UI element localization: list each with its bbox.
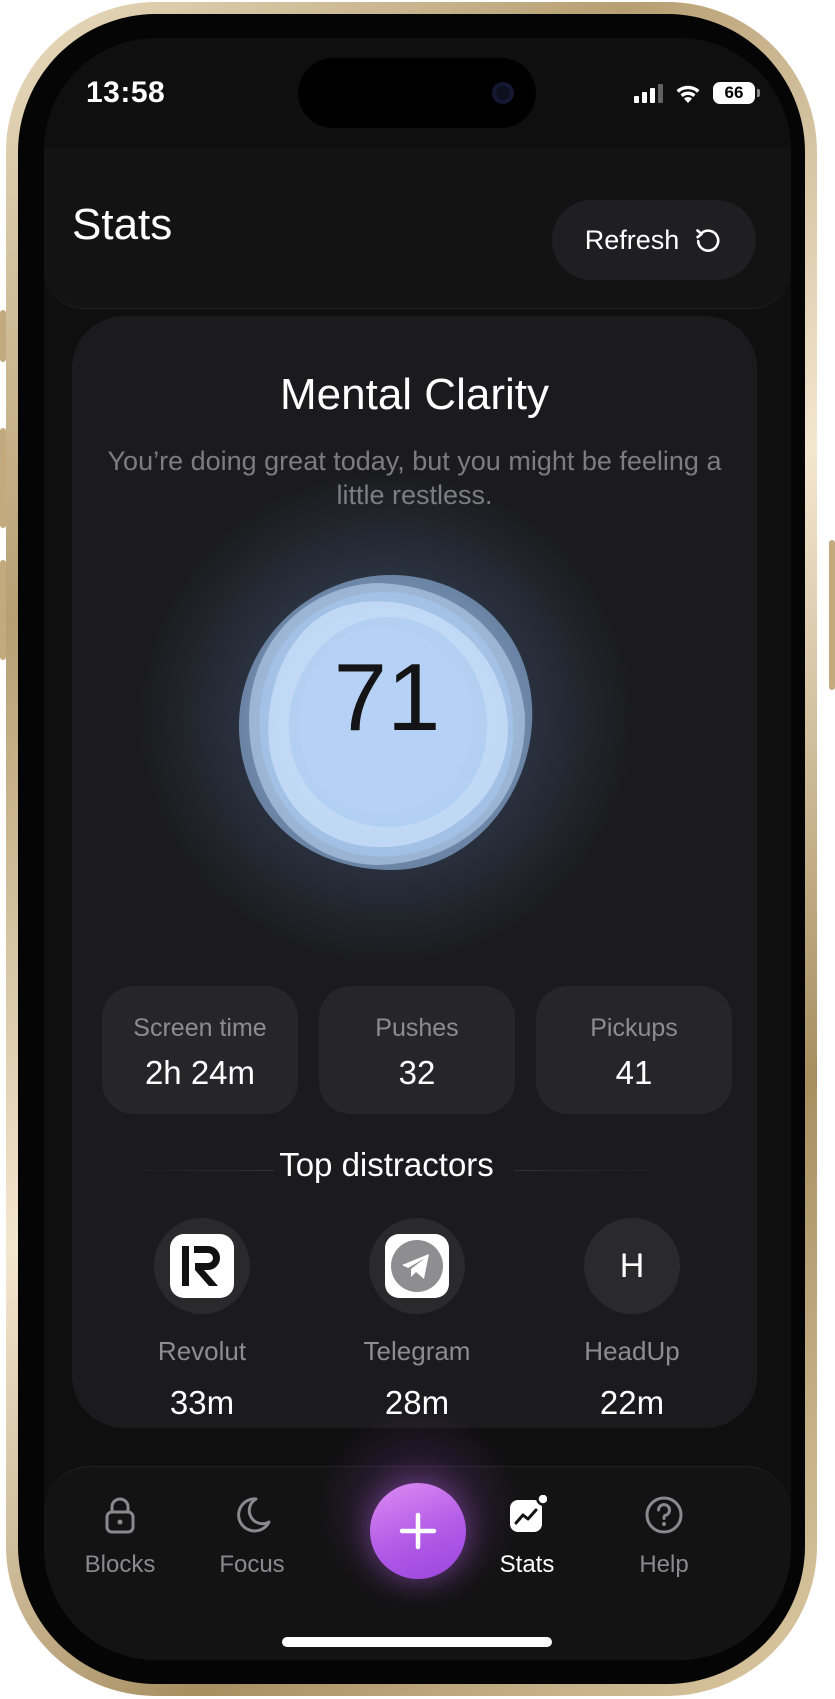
volume-up-button xyxy=(0,428,6,528)
metric-pickups: Pickups 41 xyxy=(536,986,732,1114)
app-name: Telegram xyxy=(363,1336,471,1366)
tab-stats[interactable]: Stats xyxy=(472,1489,582,1589)
tab-label: Help xyxy=(639,1551,689,1578)
status-time: 13:58 xyxy=(86,76,166,109)
top-distractors-heading: Top distractors xyxy=(84,1146,689,1196)
battery-indicator: 66 xyxy=(713,82,760,104)
clarity-score-blob: 71 xyxy=(227,565,547,885)
app-time: 33m xyxy=(169,1384,235,1421)
section-title: Top distractors xyxy=(279,1146,494,1183)
metric-value: 41 xyxy=(615,1054,653,1091)
plus-icon xyxy=(399,1512,437,1550)
refresh-icon xyxy=(696,229,720,252)
camera-icon xyxy=(492,82,514,104)
app-icon-container: H xyxy=(584,1218,680,1314)
refresh-label: Refresh xyxy=(584,224,680,255)
metric-screen-time: Screen time 2h 24m xyxy=(102,986,298,1114)
add-button[interactable] xyxy=(370,1483,466,1579)
header: Stats Refresh xyxy=(44,148,791,309)
tab-label: Blocks xyxy=(84,1551,156,1578)
wifi-icon xyxy=(676,85,700,103)
metric-pushes: Pushes 32 xyxy=(319,986,515,1114)
app-name: HeadUp xyxy=(584,1336,680,1366)
silent-switch xyxy=(0,310,6,362)
metric-value: 2h 24m xyxy=(144,1054,256,1091)
clarity-score: 71 xyxy=(333,644,441,751)
tab-bar: Blocks Focus Stats Help xyxy=(44,1407,791,1660)
moon-icon xyxy=(237,1497,271,1533)
distractor-telegram[interactable]: Telegram 28m xyxy=(317,1218,517,1421)
card-title: Mental Clarity xyxy=(280,370,549,419)
app-icon-container xyxy=(154,1218,250,1314)
metric-label: Pickups xyxy=(590,1014,678,1042)
question-icon xyxy=(645,1496,683,1534)
page-title: Stats xyxy=(72,200,173,249)
tab-blocks[interactable]: Blocks xyxy=(65,1489,175,1589)
metric-value: 32 xyxy=(398,1054,436,1091)
lock-icon xyxy=(105,1497,135,1534)
headup-letter-icon: H xyxy=(619,1246,645,1285)
volume-down-button xyxy=(0,560,6,660)
power-button xyxy=(829,540,835,690)
refresh-button[interactable]: Refresh xyxy=(552,200,756,280)
app-icon-container xyxy=(369,1218,465,1314)
tab-label: Focus xyxy=(219,1551,285,1578)
home-indicator[interactable] xyxy=(282,1637,552,1647)
distractor-headup[interactable]: H HeadUp 22m xyxy=(532,1218,732,1421)
app-time: 22m xyxy=(599,1384,665,1421)
tab-label: Stats xyxy=(499,1551,555,1578)
distractor-revolut[interactable]: Revolut 33m xyxy=(102,1218,302,1421)
cellular-signal-icon xyxy=(634,83,663,103)
dynamic-island xyxy=(298,58,536,128)
tab-help[interactable]: Help xyxy=(609,1489,719,1589)
chart-icon xyxy=(510,1495,547,1532)
tab-focus[interactable]: Focus xyxy=(197,1489,307,1589)
metric-label: Screen time xyxy=(133,1014,267,1042)
app-name: Revolut xyxy=(157,1336,247,1366)
app-screen: 13:58 66 Stats Refresh Mental Clarity Yo… xyxy=(44,38,791,1660)
telegram-logo-icon xyxy=(385,1234,449,1298)
status-icons: 66 xyxy=(634,80,760,106)
revolut-logo-icon xyxy=(170,1234,234,1298)
metric-label: Pushes xyxy=(375,1014,459,1042)
status-bar: 13:58 66 xyxy=(44,38,791,148)
